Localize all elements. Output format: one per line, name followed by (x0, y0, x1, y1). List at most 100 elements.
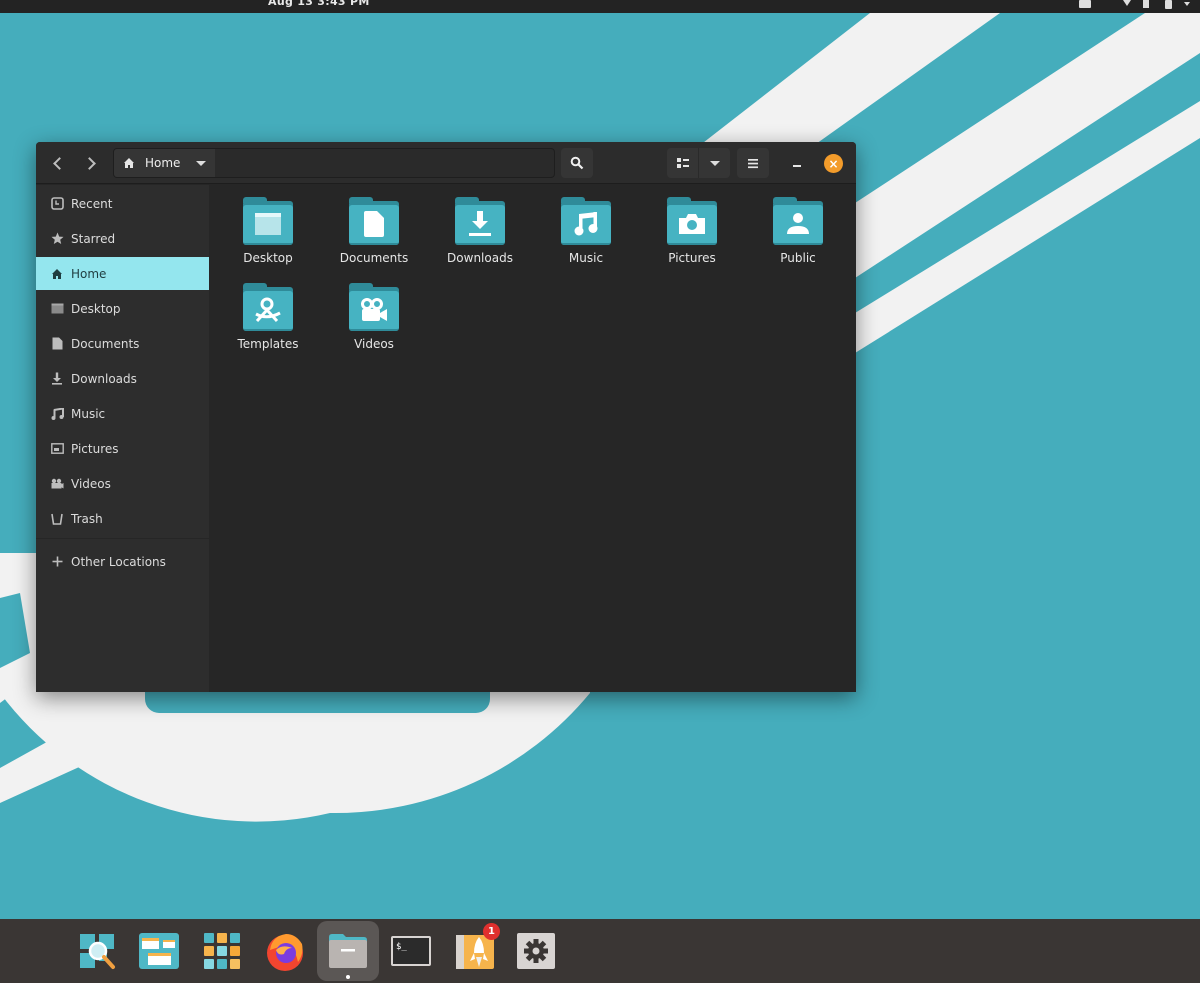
minimize-button[interactable] (781, 148, 813, 178)
file-item-videos[interactable]: Videos (321, 271, 427, 355)
folder-desktop-icon (243, 197, 293, 245)
app-grid-icon (204, 933, 240, 969)
sidebar-item-recent[interactable]: Recent (36, 187, 209, 220)
triangle-down-icon[interactable] (196, 160, 207, 166)
hamburger-menu-icon (748, 158, 758, 168)
folder-pictures-icon (667, 197, 717, 245)
dock-item-search[interactable] (66, 919, 128, 983)
trash-icon (50, 512, 64, 526)
file-name: Desktop (243, 251, 293, 265)
back-button[interactable] (40, 148, 75, 178)
dock-item-terminal[interactable]: $_ (380, 919, 442, 983)
plus-icon (50, 555, 64, 569)
chevron-right-icon (83, 156, 96, 170)
dock-item-settings[interactable] (505, 919, 567, 983)
settings-icon (517, 933, 555, 969)
file-name: Videos (354, 337, 394, 351)
volume-icon[interactable] (1143, 0, 1149, 8)
sidebar-item-other-locations[interactable]: Other Locations (36, 545, 209, 578)
music-icon (50, 407, 64, 421)
sidebar-item-home[interactable]: Home (36, 257, 209, 290)
view-options-button[interactable] (698, 148, 730, 178)
main-menu-button[interactable] (737, 148, 769, 178)
sidebar-item-starred[interactable]: Starred (36, 222, 209, 255)
header-bar: Home × (36, 142, 856, 184)
folder-videos-icon (349, 283, 399, 331)
running-indicator (346, 975, 350, 979)
files-icon (329, 934, 367, 968)
sidebar-item-videos[interactable]: Videos (36, 467, 209, 500)
folder-public-icon (773, 197, 823, 245)
folder-downloads-icon (455, 197, 505, 245)
sidebar-item-pictures[interactable]: Pictures (36, 432, 209, 465)
sidebar-item-label: Documents (71, 336, 140, 351)
firefox-icon (267, 934, 303, 971)
close-button[interactable]: × (824, 154, 843, 173)
search-button[interactable] (561, 148, 593, 178)
chevron-left-icon (53, 156, 66, 170)
search-app-icon (80, 934, 115, 969)
path-bar[interactable]: Home (113, 148, 555, 178)
search-icon (570, 156, 584, 170)
file-name: Downloads (447, 251, 513, 265)
sidebar-item-label: Home (71, 266, 107, 281)
file-item-music[interactable]: Music (533, 185, 639, 269)
sidebar-item-label: Pictures (71, 441, 119, 456)
sidebar-separator (36, 538, 209, 539)
file-name: Pictures (668, 251, 716, 265)
battery-icon[interactable] (1165, 0, 1172, 9)
file-name: Public (780, 251, 816, 265)
sidebar-item-label: Other Locations (71, 554, 166, 569)
files-window: Home × Recent Starred Home Desktop Docum… (36, 142, 856, 692)
file-name: Templates (237, 337, 299, 351)
sidebar-item-label: Trash (71, 511, 103, 526)
pictures-icon (50, 442, 64, 456)
sidebar-item-label: Downloads (71, 371, 137, 386)
terminal-icon: $_ (391, 936, 431, 966)
folder-music-icon (561, 197, 611, 245)
top-panel: Aug 13 3:43 PM (0, 0, 1200, 13)
icon-view-icon (676, 158, 689, 168)
network-icon[interactable] (1123, 0, 1131, 6)
clock[interactable]: Aug 13 3:43 PM (268, 0, 370, 8)
clock-icon (50, 197, 64, 211)
home-icon (50, 267, 64, 281)
file-item-documents[interactable]: Documents (321, 185, 427, 269)
file-view[interactable]: Desktop Documents Downloads Music Pictur… (209, 185, 856, 692)
forward-button[interactable] (74, 148, 109, 178)
sidebar: Recent Starred Home Desktop Documents Do… (36, 185, 209, 692)
sidebar-item-label: Desktop (71, 301, 121, 316)
dock-item-applications[interactable] (191, 919, 253, 983)
folder-templates-icon (243, 283, 293, 331)
svg-text:$_: $_ (396, 942, 407, 952)
sidebar-item-documents[interactable]: Documents (36, 327, 209, 360)
file-item-public[interactable]: Public (745, 185, 851, 269)
download-icon (50, 372, 64, 386)
sidebar-item-trash[interactable]: Trash (36, 502, 209, 535)
sidebar-item-label: Recent (71, 196, 113, 211)
dock: $_ 1 (0, 919, 1200, 983)
star-icon (50, 232, 64, 246)
multitasking-icon[interactable] (1079, 0, 1091, 8)
dock-item-files[interactable] (317, 921, 379, 981)
document-icon (50, 337, 64, 351)
system-tray (1079, 0, 1190, 13)
sidebar-item-label: Music (71, 406, 106, 421)
videos-icon (50, 477, 64, 491)
sidebar-item-music[interactable]: Music (36, 397, 209, 430)
sidebar-item-desktop[interactable]: Desktop (36, 292, 209, 325)
session-menu-icon[interactable] (1184, 2, 1190, 6)
path-home-button[interactable]: Home (114, 149, 215, 177)
minimize-icon (793, 165, 801, 167)
sidebar-item-label: Starred (71, 231, 116, 246)
dock-item-workspaces[interactable] (128, 919, 190, 983)
home-icon (124, 158, 134, 168)
file-item-downloads[interactable]: Downloads (427, 185, 533, 269)
file-item-pictures[interactable]: Pictures (639, 185, 745, 269)
dock-item-firefox[interactable] (254, 919, 316, 983)
file-item-templates[interactable]: Templates (215, 271, 321, 355)
sidebar-item-downloads[interactable]: Downloads (36, 362, 209, 395)
view-toggle-button[interactable] (667, 148, 698, 178)
dock-item-pop-shop[interactable]: 1 (444, 919, 506, 983)
file-item-desktop[interactable]: Desktop (215, 185, 321, 269)
